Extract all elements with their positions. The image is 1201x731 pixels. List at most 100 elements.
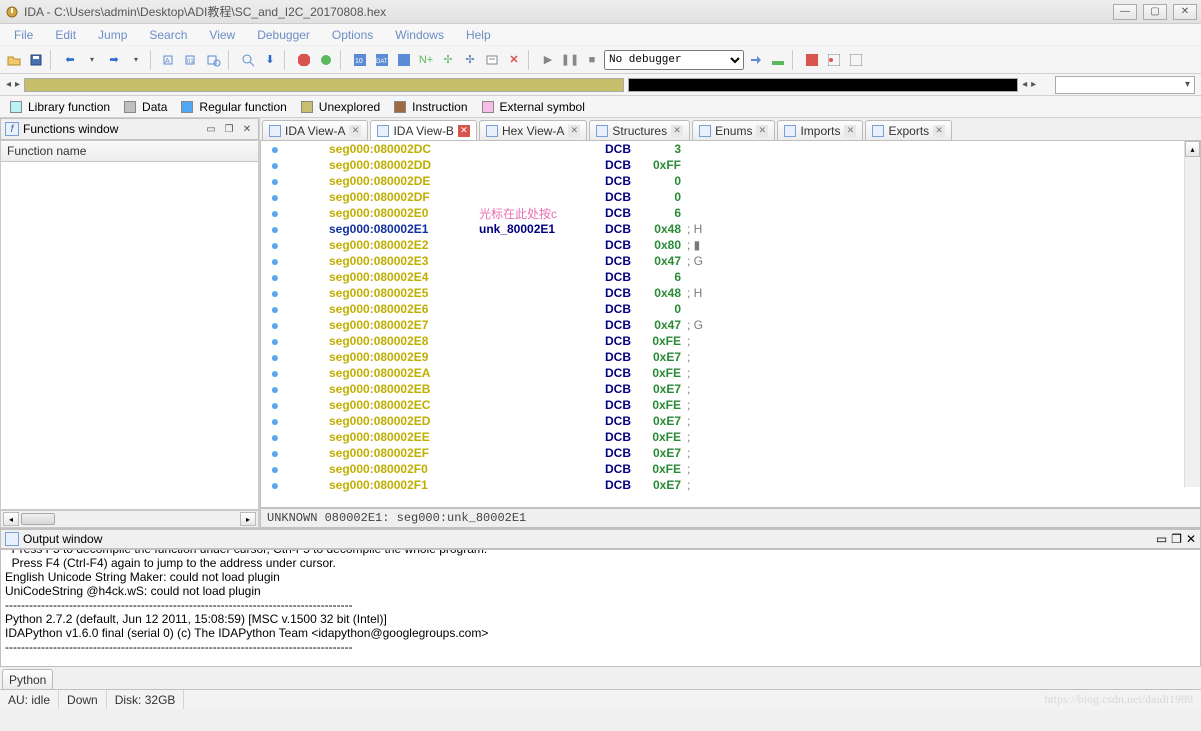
goto-down-icon[interactable]: ⬇ [260,50,280,70]
output-float-icon[interactable]: ❐ [1171,532,1182,546]
tab-close-icon[interactable]: ✕ [756,125,768,137]
stop-icon[interactable] [294,50,314,70]
disasm-row[interactable]: ●seg000:080002E0光标在此处按cDCB 6 [261,205,1200,221]
disasm-row[interactable]: ●seg000:080002DCDCB 3 [261,141,1200,157]
breakpoint-dot-icon[interactable]: ● [261,237,289,253]
nav-right-icon[interactable]: ▸ [15,79,20,90]
disasm-row[interactable]: ●seg000:080002EADCB0xFE; [261,365,1200,381]
disasm-vscrollbar[interactable]: ▴ [1184,141,1200,487]
maximize-button[interactable]: ▢ [1143,4,1167,20]
tab-ida-view-b[interactable]: IDA View-B✕ [370,120,476,140]
breakpoint-dot-icon[interactable]: ● [261,477,289,493]
debugger-select[interactable]: No debugger [604,50,744,70]
tab-close-icon[interactable]: ✕ [671,125,683,137]
nav-overview-bar-dark[interactable] [628,78,1018,92]
save-icon[interactable] [26,50,46,70]
bp-toggle-icon[interactable] [846,50,866,70]
disasm-row[interactable]: ●seg000:080002E7DCB0x47; G [261,317,1200,333]
functions-list[interactable] [0,162,259,510]
menu-options[interactable]: Options [322,26,383,44]
debug-step-icon[interactable] [746,50,766,70]
disasm-row[interactable]: ●seg000:080002E6DCB 0 [261,301,1200,317]
breakpoint-dot-icon[interactable]: ● [261,157,289,173]
menu-search[interactable]: Search [139,26,197,44]
panel-restore-icon[interactable]: ▭ [204,122,218,136]
breakpoint-dot-icon[interactable]: ● [261,333,289,349]
panel-float-icon[interactable]: ❐ [222,122,236,136]
functions-column-header[interactable]: Function name [0,140,259,162]
breakpoint-dot-icon[interactable]: ● [261,413,289,429]
back-dropdown-icon[interactable]: ▾ [82,50,102,70]
scroll-left-icon[interactable]: ◂ [3,512,19,526]
struct-icon[interactable] [394,50,414,70]
binary-search-icon[interactable]: 01 [182,50,202,70]
menu-file[interactable]: File [4,26,43,44]
disasm-row[interactable]: ●seg000:080002EFDCB0xE7; [261,445,1200,461]
tab-ida-view-a[interactable]: IDA View-A✕ [262,120,368,140]
nav-left2-icon[interactable]: ◂ [1022,79,1027,90]
disasm-row[interactable]: ●seg000:080002DEDCB 0 [261,173,1200,189]
disasm-row[interactable]: ●seg000:080002E1unk_80002E1DCB0x48; H [261,221,1200,237]
menu-debugger[interactable]: Debugger [247,26,320,44]
functions-hscrollbar[interactable]: ◂ ▸ [0,510,259,528]
output-text[interactable]: Press F5 to decompile the function under… [0,549,1201,667]
scroll-right-icon[interactable]: ▸ [240,512,256,526]
breakpoint-dot-icon[interactable]: ● [261,445,289,461]
menu-windows[interactable]: Windows [385,26,454,44]
python-tab[interactable]: Python [2,669,53,689]
tab-imports[interactable]: Imports✕ [777,120,863,140]
nav-overview-bar[interactable] [24,78,624,92]
tab-close-icon[interactable]: ✕ [349,125,361,137]
disassembly-view[interactable]: ●seg000:080002DCDCB 3●seg000:080002DDDCB… [260,140,1201,508]
code-icon[interactable]: 10 [350,50,370,70]
breakpoint-dot-icon[interactable]: ● [261,141,289,157]
debug-run-icon[interactable]: ▶ [538,50,558,70]
disasm-row[interactable]: ●seg000:080002E8DCB0xFE; [261,333,1200,349]
nav-right2-icon[interactable]: ▸ [1031,79,1036,90]
tab-close-icon[interactable]: ✕ [568,125,580,137]
disasm-row[interactable]: ●seg000:080002E3DCB0x47; G [261,253,1200,269]
tab-enums[interactable]: Enums✕ [692,120,775,140]
disasm-row[interactable]: ●seg000:080002E9DCB0xE7; [261,349,1200,365]
breakpoint-dot-icon[interactable]: ● [261,269,289,285]
menu-edit[interactable]: Edit [45,26,86,44]
tab-hex-view-a[interactable]: Hex View-A✕ [479,120,587,140]
debug-pause-icon[interactable]: ❚❚ [560,50,580,70]
disasm-row[interactable]: ●seg000:080002ECDCB0xFE; [261,397,1200,413]
breakpoint-dot-icon[interactable]: ● [261,221,289,237]
text-search-icon[interactable]: A [160,50,180,70]
close-button[interactable]: ✕ [1173,4,1197,20]
data-icon[interactable]: DAT [372,50,392,70]
menu-view[interactable]: View [199,26,245,44]
breakpoint-dot-icon[interactable]: ● [261,173,289,189]
tab-exports[interactable]: Exports✕ [865,120,952,140]
breakpoint-dot-icon[interactable]: ● [261,349,289,365]
breakpoint-dot-icon[interactable]: ● [261,253,289,269]
forward-dropdown-icon[interactable]: ▾ [126,50,146,70]
breakpoint-dot-icon[interactable]: ● [261,205,289,221]
breakpoint-dot-icon[interactable]: ● [261,285,289,301]
nav-left-icon[interactable]: ◂ [6,79,11,90]
breakpoint-dot-icon[interactable]: ● [261,381,289,397]
search-again-icon[interactable] [204,50,224,70]
breakpoint-dot-icon[interactable]: ● [261,189,289,205]
edit-icon[interactable] [482,50,502,70]
disasm-row[interactable]: ●seg000:080002E2DCB0x80; ▮ [261,237,1200,253]
delete-icon[interactable]: ✕ [504,50,524,70]
disasm-row[interactable]: ●seg000:080002F0DCB0xFE; [261,461,1200,477]
tab-structures[interactable]: Structures✕ [589,120,690,140]
tab-close-icon[interactable]: ✕ [458,125,470,137]
xref-plus-icon[interactable]: ✢ [438,50,458,70]
disasm-row[interactable]: ●seg000:080002F1DCB0xE7; [261,477,1200,493]
open-icon[interactable] [4,50,24,70]
debug-stepinto-icon[interactable] [768,50,788,70]
disasm-row[interactable]: ●seg000:080002DFDCB 0 [261,189,1200,205]
tab-close-icon[interactable]: ✕ [933,125,945,137]
bp-list-icon[interactable] [824,50,844,70]
disasm-row[interactable]: ●seg000:080002E5DCB0x48; H [261,285,1200,301]
zoom-icon[interactable] [238,50,258,70]
xref-minus-icon[interactable]: ✢ [460,50,480,70]
nav-combo[interactable]: ▾ [1055,76,1195,94]
breakpoint-dot-icon[interactable]: ● [261,397,289,413]
disasm-row[interactable]: ●seg000:080002DDDCB0xFF [261,157,1200,173]
